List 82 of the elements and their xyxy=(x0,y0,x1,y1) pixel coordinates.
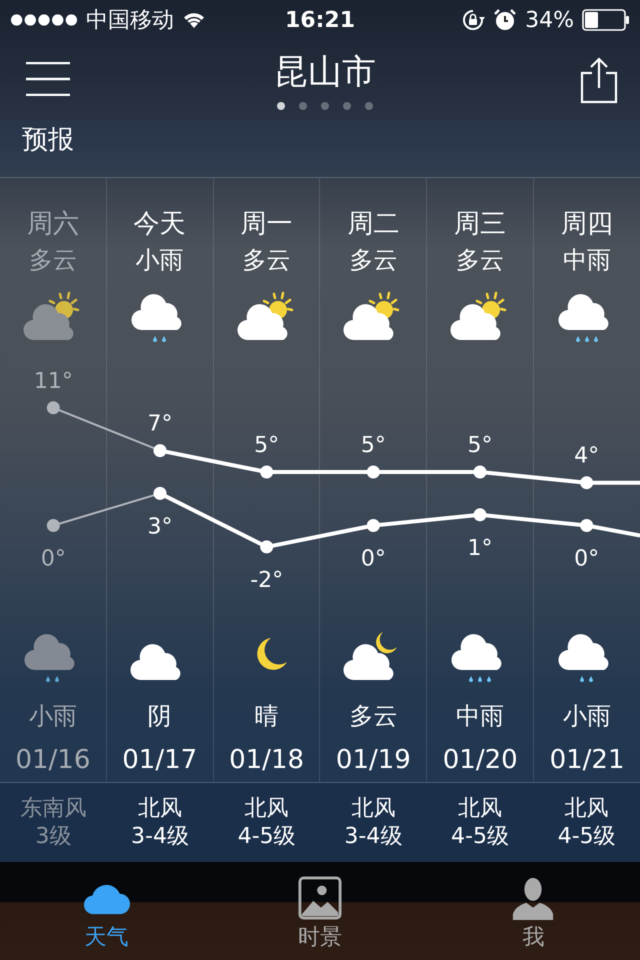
low-temperature: 0° xyxy=(40,546,66,572)
page-dot[interactable] xyxy=(321,102,329,110)
temperature-point xyxy=(46,401,60,414)
wind-level: 4-5级 xyxy=(451,822,509,850)
date-label: 01/19 xyxy=(336,744,411,777)
page-dot[interactable] xyxy=(343,102,351,110)
temperature-point xyxy=(366,466,380,478)
wind-level: 3级 xyxy=(35,822,72,850)
temperature-point xyxy=(260,466,274,478)
weekday-label: 今天 xyxy=(134,208,186,240)
wind-direction: 北风 xyxy=(458,794,502,822)
page-dot[interactable] xyxy=(299,102,307,110)
page-dot[interactable] xyxy=(277,102,285,110)
high-temperature: 11° xyxy=(34,368,73,394)
weekday-label: 周一 xyxy=(240,208,293,240)
condition-label: 阴 xyxy=(148,701,172,732)
status-time: 16:21 xyxy=(284,8,356,32)
image-icon xyxy=(296,876,343,920)
wind-level: 3-4级 xyxy=(131,822,189,850)
low-temperature: 3° xyxy=(148,514,172,540)
condition-label: 中雨 xyxy=(563,245,612,276)
condition-label: 多云 xyxy=(349,245,398,276)
low-temperature: 1° xyxy=(468,536,492,561)
date-label: 01/17 xyxy=(122,744,198,777)
date-label: 01/16 xyxy=(15,744,90,777)
condition-label: 中雨 xyxy=(456,701,504,732)
tab[interactable]: 时景 xyxy=(254,862,385,960)
tab[interactable]: 天气 xyxy=(42,862,172,960)
low-temperature: -2° xyxy=(250,568,284,593)
high-temperature: 7° xyxy=(148,412,172,437)
low-temperature: 0° xyxy=(574,546,600,572)
page-dot[interactable] xyxy=(365,102,373,110)
condition-label: 晴 xyxy=(254,701,279,732)
temperature-point xyxy=(154,486,166,500)
date-label: 01/21 xyxy=(550,744,625,777)
temperature-point xyxy=(154,444,166,458)
temperature-point xyxy=(580,519,594,532)
condition-label: 多云 xyxy=(242,245,291,276)
wind-level: 3-4级 xyxy=(344,822,402,850)
menu-icon xyxy=(26,62,70,96)
temperature-point xyxy=(46,519,60,532)
battery-icon xyxy=(582,9,630,31)
city-title: 昆山市 xyxy=(274,51,376,94)
rotation-lock-icon xyxy=(461,8,486,32)
high-temperature: 5° xyxy=(360,433,386,458)
section-title: 预报 xyxy=(22,124,74,157)
wind-direction: 北风 xyxy=(138,794,182,822)
high-temperature: 5° xyxy=(468,433,492,458)
weekday-label: 周三 xyxy=(454,208,506,240)
high-temperature: 5° xyxy=(254,433,280,458)
condition-label: 小雨 xyxy=(136,245,184,276)
condition-label: 多云 xyxy=(349,701,398,732)
weekday-label: 周四 xyxy=(561,208,614,240)
low-temperature: 0° xyxy=(360,546,386,572)
menu-button[interactable] xyxy=(26,62,70,96)
wifi-icon xyxy=(182,11,206,29)
date-label: 01/20 xyxy=(442,744,518,777)
share-icon xyxy=(580,56,618,104)
condition-label: 小雨 xyxy=(563,701,612,732)
condition-label: 小雨 xyxy=(28,701,77,732)
battery-percent: 34% xyxy=(525,8,574,32)
temperature-point xyxy=(366,519,380,532)
temperature-point xyxy=(474,508,486,522)
wind-direction: 北风 xyxy=(351,794,396,822)
tab[interactable]: 我 xyxy=(468,862,598,960)
temperature-point xyxy=(580,476,594,490)
wind-level: 4-5级 xyxy=(558,822,616,850)
wind-direction: 北风 xyxy=(244,794,289,822)
alarm-icon xyxy=(493,8,518,32)
temperature-point xyxy=(474,466,486,478)
temperature-point xyxy=(260,540,274,554)
condition-label: 多云 xyxy=(28,245,77,276)
date-label: 01/18 xyxy=(229,744,304,777)
weekday-label: 周六 xyxy=(26,208,79,240)
high-temperature: 4° xyxy=(574,444,600,469)
condition-label: 多云 xyxy=(456,245,504,276)
carrier-name: 中国移动 xyxy=(86,7,174,35)
wind-level: 4-5级 xyxy=(238,822,296,850)
wind-direction: 东南风 xyxy=(20,794,86,822)
weekday-label: 周二 xyxy=(347,208,400,240)
wind-direction: 北风 xyxy=(564,794,609,822)
signal-icon xyxy=(10,13,78,27)
